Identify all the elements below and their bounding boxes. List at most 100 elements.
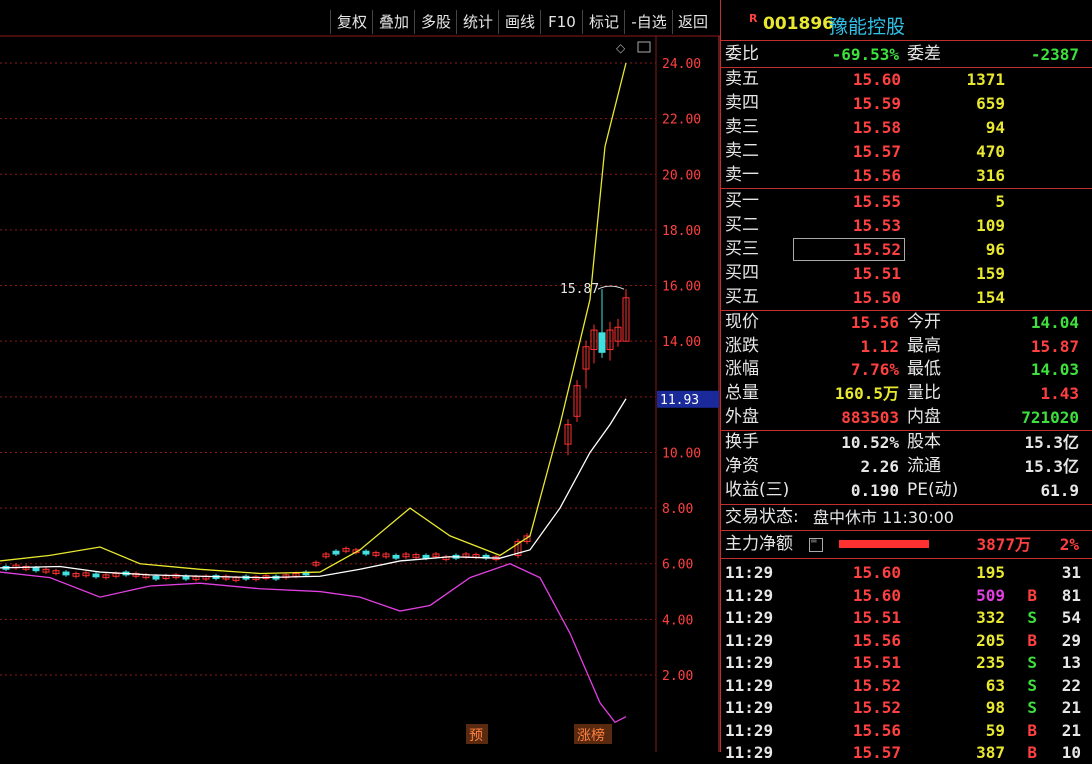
level-price: 15.51	[852, 264, 901, 283]
shouyi-label: 收益(三)	[725, 480, 790, 500]
y-tick-label: 2.00	[662, 669, 693, 684]
toolbar-button[interactable]: 多股	[414, 10, 457, 34]
toolbar-button[interactable]: 复权	[330, 10, 373, 34]
weicha-label: 委差	[907, 44, 941, 64]
trade-status-label: 交易状态:	[725, 507, 799, 527]
y-tick-label: 16.00	[662, 280, 701, 295]
ask-row[interactable]: 卖二 15.57 470	[725, 140, 1085, 163]
neipan-label: 内盘	[907, 407, 941, 427]
quote-panel: R 001896 豫能控股 委比 -69.53% 委差 -2387 卖五 15.6…	[720, 0, 1092, 762]
bid-row[interactable]: 买二 15.53 109	[725, 214, 1085, 237]
zuigao-label: 最高	[907, 336, 941, 356]
tick-time: 11:29	[725, 608, 774, 627]
guben-value: 15.3亿	[1024, 433, 1079, 452]
marker-label: 涨榜	[577, 727, 605, 744]
zhangdie-label: 涨跌	[725, 336, 759, 356]
bid-row[interactable]: 买三 15.52 96	[725, 238, 1085, 261]
toolbar-button[interactable]: 叠加	[372, 10, 415, 34]
tick-price: 15.60	[852, 585, 901, 605]
toolbar-button[interactable]: 返回	[672, 10, 713, 34]
level-volume: 659	[976, 94, 1005, 113]
bid-row[interactable]: 买一 15.55 5	[725, 190, 1085, 213]
huanshou-value: 10.52%	[841, 433, 899, 452]
y-tick-label: 18.00	[662, 224, 701, 239]
toolbar-button[interactable]: F10	[540, 10, 583, 34]
kline-chart-panel[interactable]: 24.00 22.00 20.00 18.00 16.00 14.00 10.00 8.00 6…	[0, 0, 720, 752]
toolbar-button[interactable]: 统计	[456, 10, 499, 34]
tick-price: 15.51	[852, 608, 901, 627]
jingzi-label: 净资	[725, 456, 759, 476]
level-price: 15.57	[852, 142, 901, 161]
tick-count: 21	[1061, 720, 1081, 740]
waipan-value: 883503	[841, 408, 899, 427]
tick-row: 11:29 15.56 59 B 21	[725, 719, 1085, 742]
ma-line-yellow	[0, 62, 627, 575]
tick-time: 11:29	[725, 720, 774, 740]
trade-status-value: 盘中休市 11:30:00	[813, 508, 954, 527]
list-icon[interactable]: ≡	[809, 537, 823, 552]
weibi-value: -69.53%	[831, 45, 899, 64]
tick-count: 29	[1061, 630, 1081, 650]
level-price: 15.59	[852, 94, 901, 113]
level-volume: 470	[976, 142, 1005, 161]
level-label: 卖四	[725, 93, 759, 113]
candle-body	[422, 554, 430, 559]
zuigao-value: 15.87	[1030, 337, 1079, 356]
ma-line-white	[0, 398, 627, 579]
kline-chart[interactable]: 24.00 22.00 20.00 18.00 16.00 14.00 10.00 8.00 6…	[0, 0, 720, 752]
candle-body	[392, 554, 400, 559]
ask-row[interactable]: 卖三 15.58 94	[725, 116, 1085, 139]
tick-volume: 98	[985, 698, 1005, 717]
shouyi-value: 0.190	[850, 481, 899, 500]
tick-side: B	[1027, 743, 1037, 762]
divider	[721, 40, 1092, 41]
level-label: 卖三	[725, 117, 759, 137]
y-tick-label: 8.00	[662, 502, 693, 517]
stat-row: 外盘 883503 内盘 721020	[725, 406, 1085, 429]
y-tick-label: 14.00	[662, 335, 701, 350]
tick-price: 15.60	[852, 563, 901, 582]
liangbi-label: 量比	[907, 383, 941, 403]
tick-count: 21	[1061, 698, 1081, 717]
stat-row: 涨跌 1.12 最高 15.87	[725, 335, 1085, 358]
ask-row[interactable]: 卖五 15.60 1371	[725, 68, 1085, 91]
tick-side: B	[1027, 585, 1037, 605]
level-price: 15.53	[852, 216, 901, 235]
candle-body	[32, 567, 40, 572]
toolbar-button[interactable]: 画线	[498, 10, 541, 34]
stat-row: 现价 15.56 今开 14.04	[725, 311, 1085, 334]
guben-label: 股本	[907, 432, 941, 452]
toolbar-button[interactable]: 标记	[582, 10, 625, 34]
tick-side: S	[1027, 653, 1037, 672]
tick-volume: 509	[976, 585, 1005, 605]
level-label: 卖二	[725, 141, 759, 161]
level-label: 卖一	[725, 165, 759, 185]
tick-count: 31	[1061, 563, 1081, 582]
candle-body	[182, 575, 190, 580]
tick-count: 13	[1061, 653, 1081, 672]
tick-volume: 332	[976, 608, 1005, 627]
bid-row[interactable]: 买四 15.51 159	[725, 262, 1085, 285]
tick-side: S	[1027, 698, 1037, 717]
stat-row: 换手 10.52% 股本 15.3亿	[725, 431, 1085, 454]
stat-row: 总量 160.5万 量比 1.43	[725, 382, 1085, 405]
stock-name[interactable]: 豫能控股	[829, 12, 905, 39]
jingzi-value: 2.26	[860, 457, 899, 476]
tick-time: 11:29	[725, 675, 774, 695]
bid-row[interactable]: 买五 15.50 154	[725, 286, 1085, 309]
tick-time: 11:29	[725, 563, 774, 582]
zhangfu-label: 涨幅	[725, 359, 759, 379]
xianjia-value: 15.56	[850, 313, 899, 332]
tick-price: 15.52	[852, 698, 901, 717]
divider	[721, 530, 1092, 531]
tick-volume: 387	[976, 743, 1005, 762]
candle-body	[332, 550, 340, 555]
ask-row[interactable]: 卖一 15.56 316	[725, 164, 1085, 187]
tick-row: 11:29 15.51 235 S 13	[725, 651, 1085, 674]
tick-volume: 59	[985, 720, 1005, 740]
tick-volume: 195	[976, 563, 1005, 582]
tick-row: 11:29 15.52 98 S 21	[725, 696, 1085, 719]
toolbar-button[interactable]: -自选	[624, 10, 673, 34]
tick-time: 11:29	[725, 585, 774, 605]
ask-row[interactable]: 卖四 15.59 659	[725, 92, 1085, 115]
